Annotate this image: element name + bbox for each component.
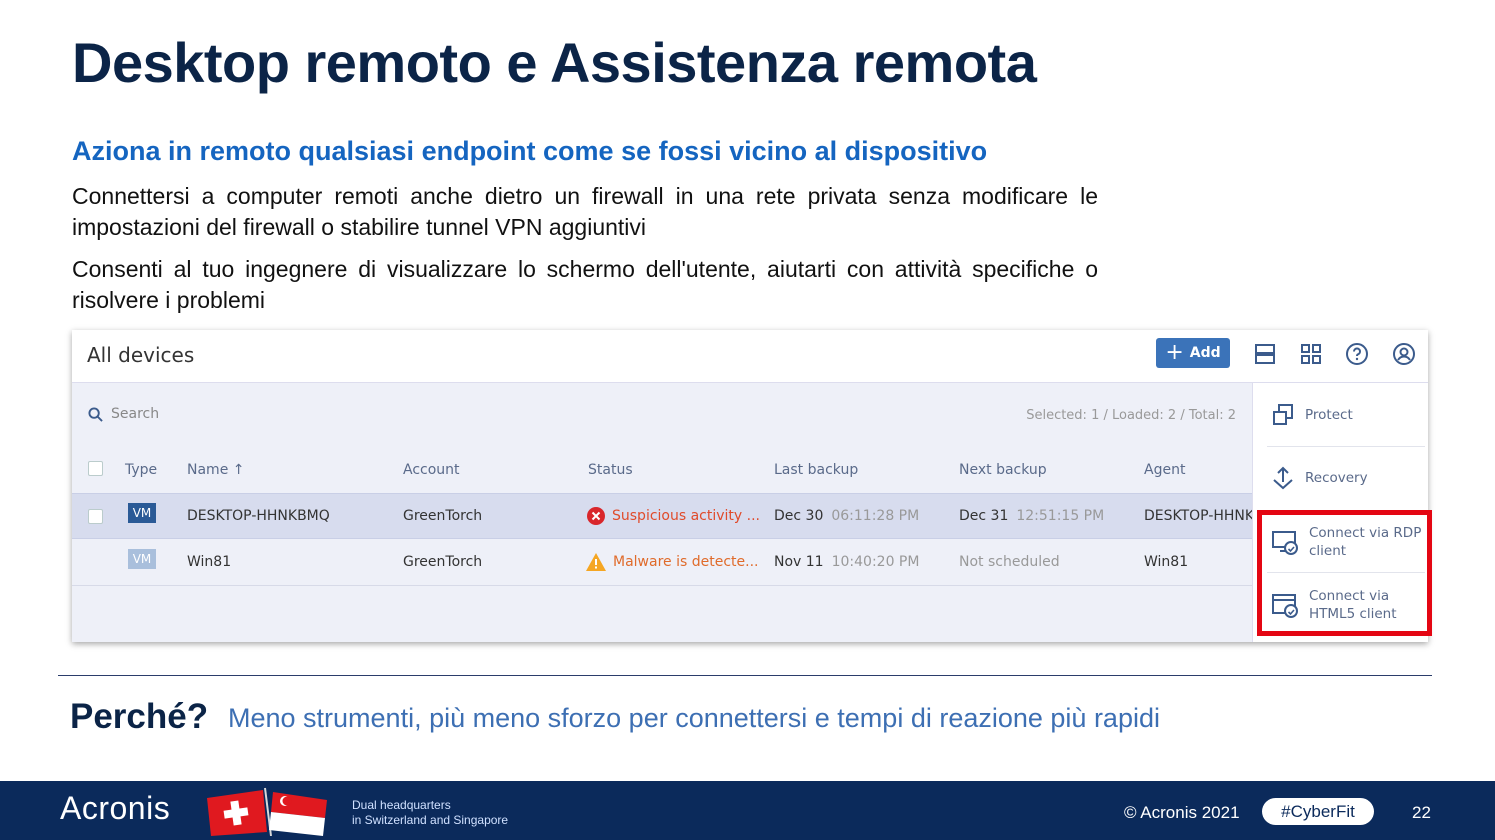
recovery-icon [1273, 466, 1293, 490]
devices-console-screenshot: All devices + Add Search Selected: 1 / L… [72, 330, 1432, 642]
device-agent: Win81 [1144, 554, 1189, 570]
status-text: Suspicious activity ... [612, 508, 761, 524]
why-label: Perché? [70, 697, 209, 736]
protect-action[interactable]: Protect [1253, 403, 1429, 427]
page-number: 22 [1412, 803, 1431, 822]
column-last-backup[interactable]: Last backup [774, 462, 858, 478]
table-row[interactable]: VM DESKTOP-HHNKBMQ GreenTorch Suspicious… [72, 493, 1264, 539]
protect-label: Protect [1305, 407, 1353, 423]
flags-icon [207, 787, 327, 836]
search-placeholder: Search [111, 406, 160, 422]
help-icon[interactable] [1345, 342, 1369, 366]
device-account: GreenTorch [403, 508, 483, 524]
selection-status: Selected: 1 / Loaded: 2 / Total: 2 [1026, 408, 1236, 423]
status-text: Malware is detecte... [613, 554, 759, 570]
device-name: Win81 [187, 554, 232, 570]
warning-icon [586, 553, 606, 571]
copyright: © Acronis 2021 [1124, 803, 1240, 822]
device-agent: DESKTOP-HHNKB [1144, 508, 1264, 524]
next-backup: Not scheduled [959, 554, 1060, 570]
headquarters-text: Dual headquarters in Switzerland and Sing… [352, 798, 509, 827]
paragraph-engineer: Consenti al tuo ingegnere di visualizzar… [72, 256, 1098, 313]
plus-icon: + [1165, 340, 1184, 365]
recovery-label: Recovery [1305, 470, 1368, 486]
add-button-label: Add [1189, 345, 1221, 361]
acronis-logo: Acronis [60, 790, 171, 826]
row-checkbox[interactable] [88, 509, 103, 524]
add-button[interactable]: + Add [1156, 338, 1230, 368]
list-view-icon[interactable] [1253, 342, 1277, 366]
why-text: Meno strumenti, più meno sforzo per conn… [228, 703, 1160, 733]
sort-arrow-icon: ↑ [232, 462, 245, 478]
table-row[interactable]: VM Win81 GreenTorch Malware is detecte..… [72, 540, 1252, 586]
account-icon[interactable] [1392, 342, 1416, 366]
next-backup: Dec 31 12:51:15 PM [959, 508, 1105, 524]
search-icon [88, 406, 103, 422]
device-status[interactable]: Malware is detecte... [585, 552, 758, 572]
search-input[interactable]: Search [88, 406, 159, 422]
footer-bar: Acronis Dual headquarters in Switzerland … [0, 781, 1495, 840]
column-type[interactable]: Type [125, 462, 157, 478]
device-account: GreenTorch [403, 554, 483, 570]
menu-divider [1267, 446, 1425, 447]
console-header: All devices + Add [72, 330, 1428, 383]
column-name-label: Name [187, 462, 229, 478]
section-divider [58, 675, 1432, 676]
slide-subtitle: Aziona in remoto qualsiasi endpoint come… [72, 136, 988, 166]
cyberfit-badge: #CyberFit [1262, 798, 1374, 825]
column-agent[interactable]: Agent [1144, 462, 1185, 478]
select-all-checkbox[interactable] [88, 461, 103, 476]
vm-icon: VM [128, 549, 156, 574]
column-name[interactable]: Name ↑ [187, 462, 245, 478]
device-name: DESKTOP-HHNKBMQ [187, 508, 330, 524]
device-status[interactable]: Suspicious activity ... [586, 506, 760, 526]
vm-icon: VM [128, 503, 156, 528]
last-backup: Nov 11 10:40:20 PM [774, 554, 920, 570]
error-icon [587, 507, 605, 525]
paragraph-firewall: Connettersi a computer remoti anche diet… [72, 183, 1098, 240]
slide-title: Desktop remoto e Assistenza remota [72, 31, 1037, 94]
recovery-action[interactable]: Recovery [1253, 465, 1429, 491]
last-backup: Dec 30 06:11:28 PM [774, 508, 920, 524]
column-next-backup[interactable]: Next backup [959, 462, 1047, 478]
console-title: All devices [87, 343, 195, 367]
column-status[interactable]: Status [588, 462, 633, 478]
connect-options-highlight [1257, 510, 1432, 636]
protect-icon [1273, 404, 1293, 425]
column-account[interactable]: Account [403, 462, 460, 478]
grid-view-icon[interactable] [1299, 342, 1323, 366]
